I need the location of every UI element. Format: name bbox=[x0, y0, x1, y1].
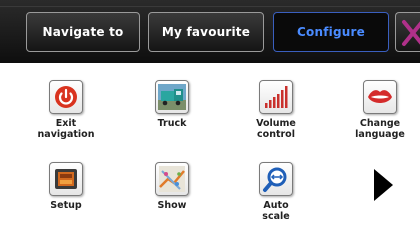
menu-item-exit-navigation[interactable]: Exit navigation bbox=[26, 80, 106, 140]
tab-navigate-to-label: Navigate to bbox=[42, 25, 124, 39]
volume-control-label: Volume control bbox=[256, 118, 296, 140]
menu-item-volume-control[interactable]: Volume control bbox=[236, 80, 316, 140]
close-tab[interactable] bbox=[395, 12, 420, 52]
next-arrow-icon bbox=[374, 169, 393, 201]
tab-my-favourite-label: My favourite bbox=[161, 25, 251, 39]
truck-icon bbox=[155, 80, 189, 114]
menu-item-change-language[interactable]: Change language bbox=[340, 80, 420, 140]
top-bar-divider bbox=[0, 6, 420, 7]
volume-icon bbox=[259, 80, 293, 114]
next-page-button[interactable] bbox=[372, 168, 394, 206]
power-icon bbox=[49, 80, 83, 114]
menu-item-auto-scale[interactable]: Auto scale bbox=[236, 162, 316, 222]
menu-item-show[interactable]: Show bbox=[132, 162, 212, 211]
setup-icon bbox=[49, 162, 83, 196]
show-label: Show bbox=[157, 200, 187, 211]
tab-configure-label: Configure bbox=[297, 25, 365, 39]
truck-label: Truck bbox=[157, 118, 187, 129]
configure-screen: Navigate to My favourite Configure Exit … bbox=[0, 0, 420, 252]
close-icon bbox=[402, 20, 420, 46]
lips-icon bbox=[363, 80, 397, 114]
menu-item-truck[interactable]: Truck bbox=[132, 80, 212, 129]
map-show-icon bbox=[155, 162, 189, 196]
tab-configure[interactable]: Configure bbox=[273, 12, 389, 52]
tab-my-favourite[interactable]: My favourite bbox=[148, 12, 264, 52]
menu-item-setup[interactable]: Setup bbox=[26, 162, 106, 211]
auto-scale-label: Auto scale bbox=[262, 200, 290, 222]
top-bar: Navigate to My favourite Configure bbox=[0, 0, 420, 63]
magnifier-icon bbox=[259, 162, 293, 196]
exit-navigation-label: Exit navigation bbox=[37, 118, 95, 140]
setup-label: Setup bbox=[50, 200, 82, 211]
tab-navigate-to[interactable]: Navigate to bbox=[26, 12, 140, 52]
change-language-label: Change language bbox=[355, 118, 405, 140]
